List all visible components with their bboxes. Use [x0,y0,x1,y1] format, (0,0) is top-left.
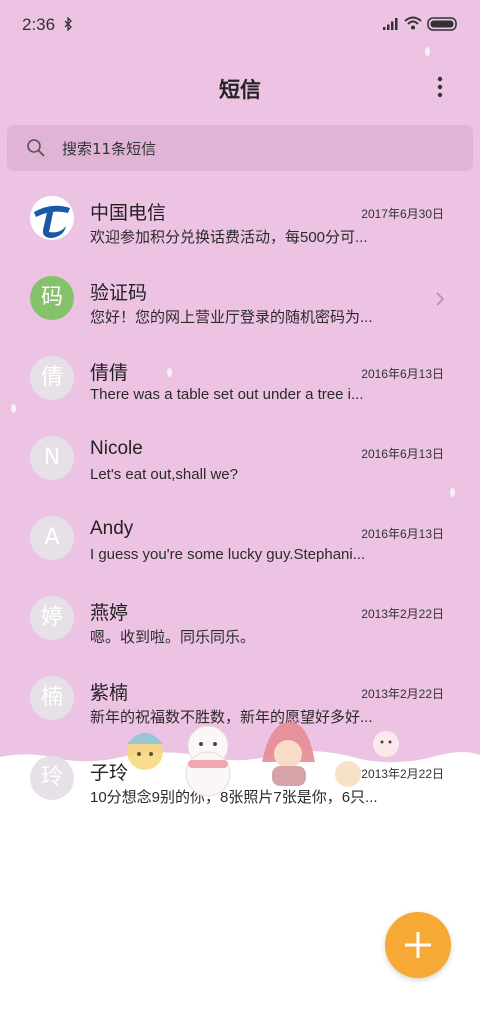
contact-name: 中国电信 [90,203,167,224]
message-preview: 欢迎参加积分兑换话费活动，每500分可... [90,229,368,246]
avatar: N [30,436,74,480]
avatar: A [30,516,74,560]
avatar: 倩 [30,356,74,400]
message-preview: 嗯。收到啦。同乐同乐。 [90,629,256,646]
avatar: 玲 [30,756,74,800]
message-preview: I guess you're some lucky guy.Stephani..… [90,546,366,563]
message-preview: 您好！您的网上营业厅登录的随机密码为... [90,309,373,326]
search-icon [27,139,45,157]
chevron-right-icon [436,292,445,306]
contact-name: Nicole [90,438,143,459]
list-item[interactable]: N Nicole 2016年6月13日 Let's eat out,shall … [0,419,480,499]
list-item[interactable]: 中国电信 2017年6月30日 欢迎参加积分兑换话费活动，每500分可... [0,179,480,259]
list-item[interactable]: 倩 倩倩 2016年6月13日 There was a table set ou… [0,339,480,419]
contact-name: 倩倩 [90,363,129,384]
status-time: 2:36 [22,15,56,34]
battery-icon [427,17,457,31]
list-item[interactable]: 婷 燕婷 2013年2月22日 嗯。收到啦。同乐同乐。 [0,579,480,659]
message-preview: Let's eat out,shall we? [90,466,238,483]
contact-name: 验证码 [90,283,148,304]
message-date: 2013年2月22日 [361,687,444,701]
message-date: 2017年6月30日 [361,207,444,221]
plus-icon [405,932,431,958]
contact-name: Andy [90,518,134,539]
avatar: 码 [30,276,74,320]
message-date: 2016年6月13日 [361,367,444,381]
contact-name: 紫楠 [90,683,129,704]
search-placeholder: 搜索11条短信 [62,140,157,158]
more-vert-icon[interactable] [428,72,452,102]
wifi-icon [404,16,422,30]
message-date: 2016年6月13日 [361,447,444,461]
message-date: 2013年2月22日 [361,607,444,621]
message-date: 2016年6月13日 [361,527,444,541]
bluetooth-icon [64,17,72,31]
search-input[interactable]: 搜索11条短信 [7,125,473,171]
status-bar: 2:36 [0,0,480,52]
contact-name: 燕婷 [90,603,129,624]
china-telecom-logo-icon [30,196,74,240]
list-item[interactable]: 码 验证码 您好！您的网上营业厅登录的随机密码为... [0,259,480,339]
new-message-button[interactable] [385,912,451,978]
avatar: 婷 [30,596,74,640]
message-preview: There was a table set out under a tree i… [90,386,364,403]
list-item[interactable]: A Andy 2016年6月13日 I guess you're some lu… [0,499,480,579]
signal-icon [383,18,398,30]
cartoon-characters-decoration [127,722,399,797]
page-title: 短信 [219,78,261,102]
avatar: 楠 [30,676,74,720]
